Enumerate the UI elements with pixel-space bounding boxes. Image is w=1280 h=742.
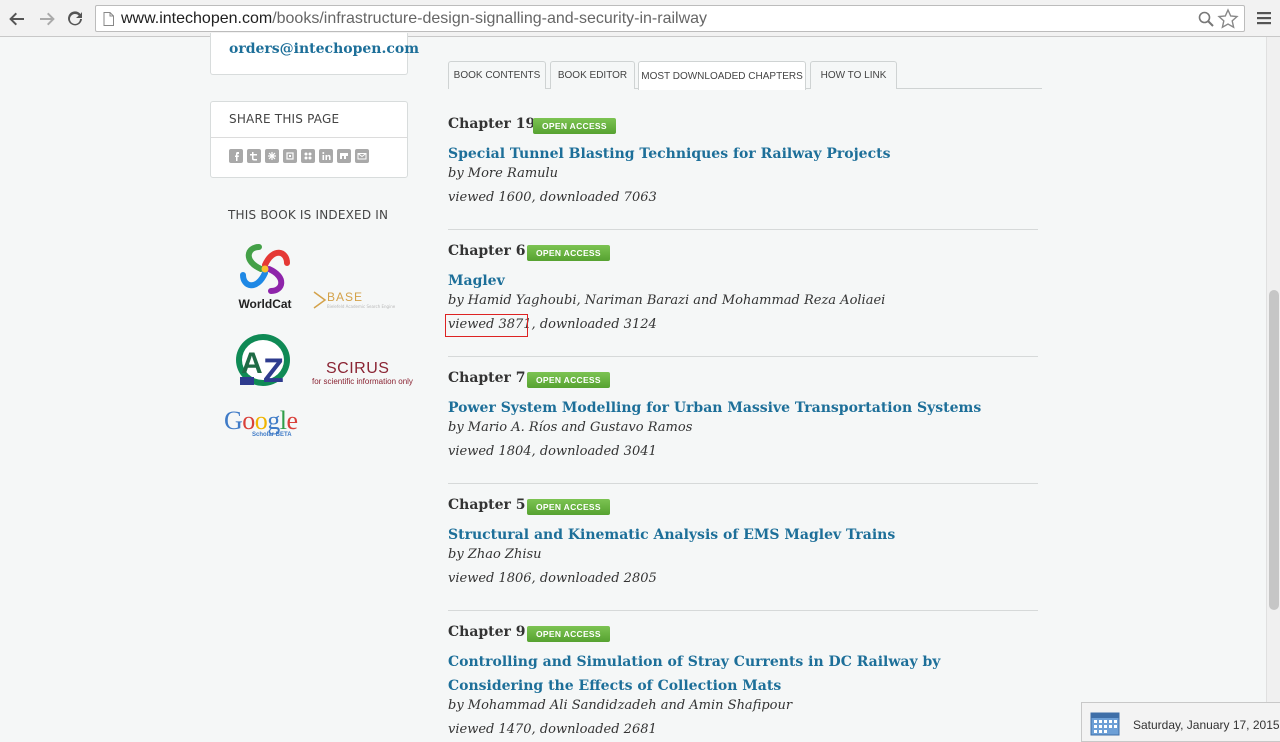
linkedin-icon[interactable]: [319, 149, 333, 163]
digg-icon[interactable]: [283, 149, 297, 163]
arrow-right-icon: [40, 12, 55, 26]
open-access-badge: OPEN ACCESS: [527, 372, 610, 388]
open-access-badge: OPEN ACCESS: [533, 118, 616, 134]
tab-most-downloaded-chapters[interactable]: MOST DOWNLOADED CHAPTERS: [638, 61, 806, 90]
menu-icon[interactable]: [1255, 9, 1273, 27]
contact-email-link[interactable]: orders@intechopen.com: [229, 41, 419, 57]
facebook-icon[interactable]: [229, 149, 243, 163]
back-button[interactable]: [6, 8, 28, 30]
open-access-badge: OPEN ACCESS: [527, 245, 610, 261]
chapter-authors: by Zhao Zhisu: [448, 547, 542, 562]
chapter-divider: [448, 483, 1038, 484]
chapter-item: Chapter 9 OPEN ACCESS Controlling and Si…: [448, 624, 1038, 742]
page-icon: [103, 12, 114, 26]
tray-date: Saturday, January 17, 2015: [1133, 718, 1280, 732]
reload-icon: [68, 11, 82, 26]
atoz-logo[interactable]: A Z: [235, 333, 295, 390]
svg-text:A: A: [241, 347, 263, 380]
tab-book-contents[interactable]: BOOK CONTENTS: [448, 61, 546, 89]
chapter-divider: [448, 356, 1038, 357]
chapter-stats: viewed 1600, downloaded 7063: [448, 190, 657, 205]
google-subtitle: Scholar BETA: [252, 432, 292, 438]
chapter-label: Chapter 7: [448, 370, 526, 386]
scirus-text: SCIRUS: [326, 360, 390, 377]
delicious-icon[interactable]: [265, 149, 279, 163]
chapter-authors: by More Ramulu: [448, 166, 559, 181]
url-path: /books/infrastructure-design-signalling-…: [272, 10, 708, 27]
stumbleupon-icon[interactable]: [301, 149, 315, 163]
share-title: SHARE THIS PAGE: [229, 112, 340, 126]
svg-text:Z: Z: [263, 352, 284, 389]
scirus-subtitle: for scientific information only: [312, 377, 413, 386]
chapter-label: Chapter 19: [448, 116, 536, 132]
chapter-authors: by Mario A. Ríos and Gustavo Ramos: [448, 420, 693, 435]
bookmark-star-icon[interactable]: [1217, 8, 1239, 30]
email-icon[interactable]: [355, 149, 369, 163]
browser-toolbar: www.intechopen.com/books/infrastructure-…: [0, 0, 1280, 37]
share-box: SHARE THIS PAGE: [210, 101, 408, 178]
arrow-left-icon: [9, 12, 24, 26]
worldcat-swirl-icon: [240, 244, 290, 294]
mixx-icon[interactable]: [337, 149, 351, 163]
indexed-title: THIS BOOK IS INDEXED IN: [228, 208, 389, 222]
vertical-scrollbar[interactable]: [1266, 37, 1280, 742]
twitter-icon[interactable]: [247, 149, 261, 163]
url-text: www.intechopen.com/books/infrastructure-…: [121, 10, 707, 28]
book-tabs: BOOK CONTENTS BOOK EDITOR MOST DOWNLOADE…: [448, 61, 1042, 90]
chapter-authors: by Mohammad Ali Sandidzadeh and Amin Sha…: [448, 698, 793, 713]
forward-button[interactable]: [36, 8, 58, 30]
chapter-item: Chapter 5 OPEN ACCESS Structural and Kin…: [448, 497, 1038, 611]
url-domain: www.intechopen.com: [121, 10, 273, 27]
chapter-stats: viewed 1806, downloaded 2805: [448, 571, 657, 586]
scirus-logo[interactable]: SCIRUS for scientific information only: [312, 360, 413, 388]
chapter-label: Chapter 9: [448, 624, 526, 640]
reload-button[interactable]: [64, 8, 86, 30]
open-access-badge: OPEN ACCESS: [527, 626, 610, 642]
calendar-icon: [1090, 712, 1120, 736]
chapter-item: Chapter 19 OPEN ACCESS Special Tunnel Bl…: [448, 116, 1038, 230]
google-scholar-logo[interactable]: Google Scholar BETA: [224, 406, 308, 440]
share-divider: [211, 137, 407, 138]
scroll-thumb[interactable]: [1269, 290, 1279, 610]
worldcat-logo[interactable]: WorldCat: [234, 240, 296, 314]
chapter-label: Chapter 5: [448, 497, 526, 513]
atoz-emblem-icon: A Z: [236, 334, 290, 390]
chapter-title-link[interactable]: Special Tunnel Blasting Techniques for R…: [448, 142, 1038, 166]
base-text: BASE: [327, 290, 364, 304]
worldcat-text: WorldCat: [238, 297, 292, 311]
chapter-title-link[interactable]: Controlling and Simulation of Stray Curr…: [448, 650, 1038, 698]
chapter-title-link[interactable]: Power System Modelling for Urban Massive…: [448, 396, 1038, 420]
base-logo[interactable]: BASE Bielefeld Academic Search Engine: [313, 290, 395, 312]
tab-book-editor[interactable]: BOOK EDITOR: [550, 61, 635, 89]
contact-box: orders@intechopen.com: [210, 33, 419, 75]
search-icon[interactable]: [1198, 11, 1214, 27]
share-icons: [229, 149, 369, 163]
open-access-badge: OPEN ACCESS: [527, 499, 610, 515]
address-bar[interactable]: www.intechopen.com/books/infrastructure-…: [95, 5, 1245, 32]
chapter-title-link[interactable]: Maglev: [448, 269, 1038, 293]
chapter-divider: [448, 610, 1038, 611]
chapter-authors: by Hamid Yaghoubi, Nariman Barazi and Mo…: [448, 293, 886, 308]
chapter-title-link[interactable]: Structural and Kinematic Analysis of EMS…: [448, 523, 1038, 547]
chapter-stats: viewed 1804, downloaded 3041: [448, 444, 657, 459]
chapter-stats: viewed 1470, downloaded 2681: [448, 722, 657, 737]
base-subtitle: Bielefeld Academic Search Engine: [327, 304, 396, 309]
chapter-label: Chapter 6: [448, 243, 526, 259]
highlight-box: [445, 314, 528, 337]
chapter-divider: [448, 229, 1038, 230]
base-chevron-icon: [313, 291, 327, 309]
taskbar-clock[interactable]: Saturday, January 17, 2015: [1081, 702, 1280, 742]
chapter-item: Chapter 6 OPEN ACCESS Maglev by Hamid Ya…: [448, 243, 1038, 357]
chapter-item: Chapter 7 OPEN ACCESS Power System Model…: [448, 370, 1038, 484]
tab-how-to-link[interactable]: HOW TO LINK: [810, 61, 897, 89]
